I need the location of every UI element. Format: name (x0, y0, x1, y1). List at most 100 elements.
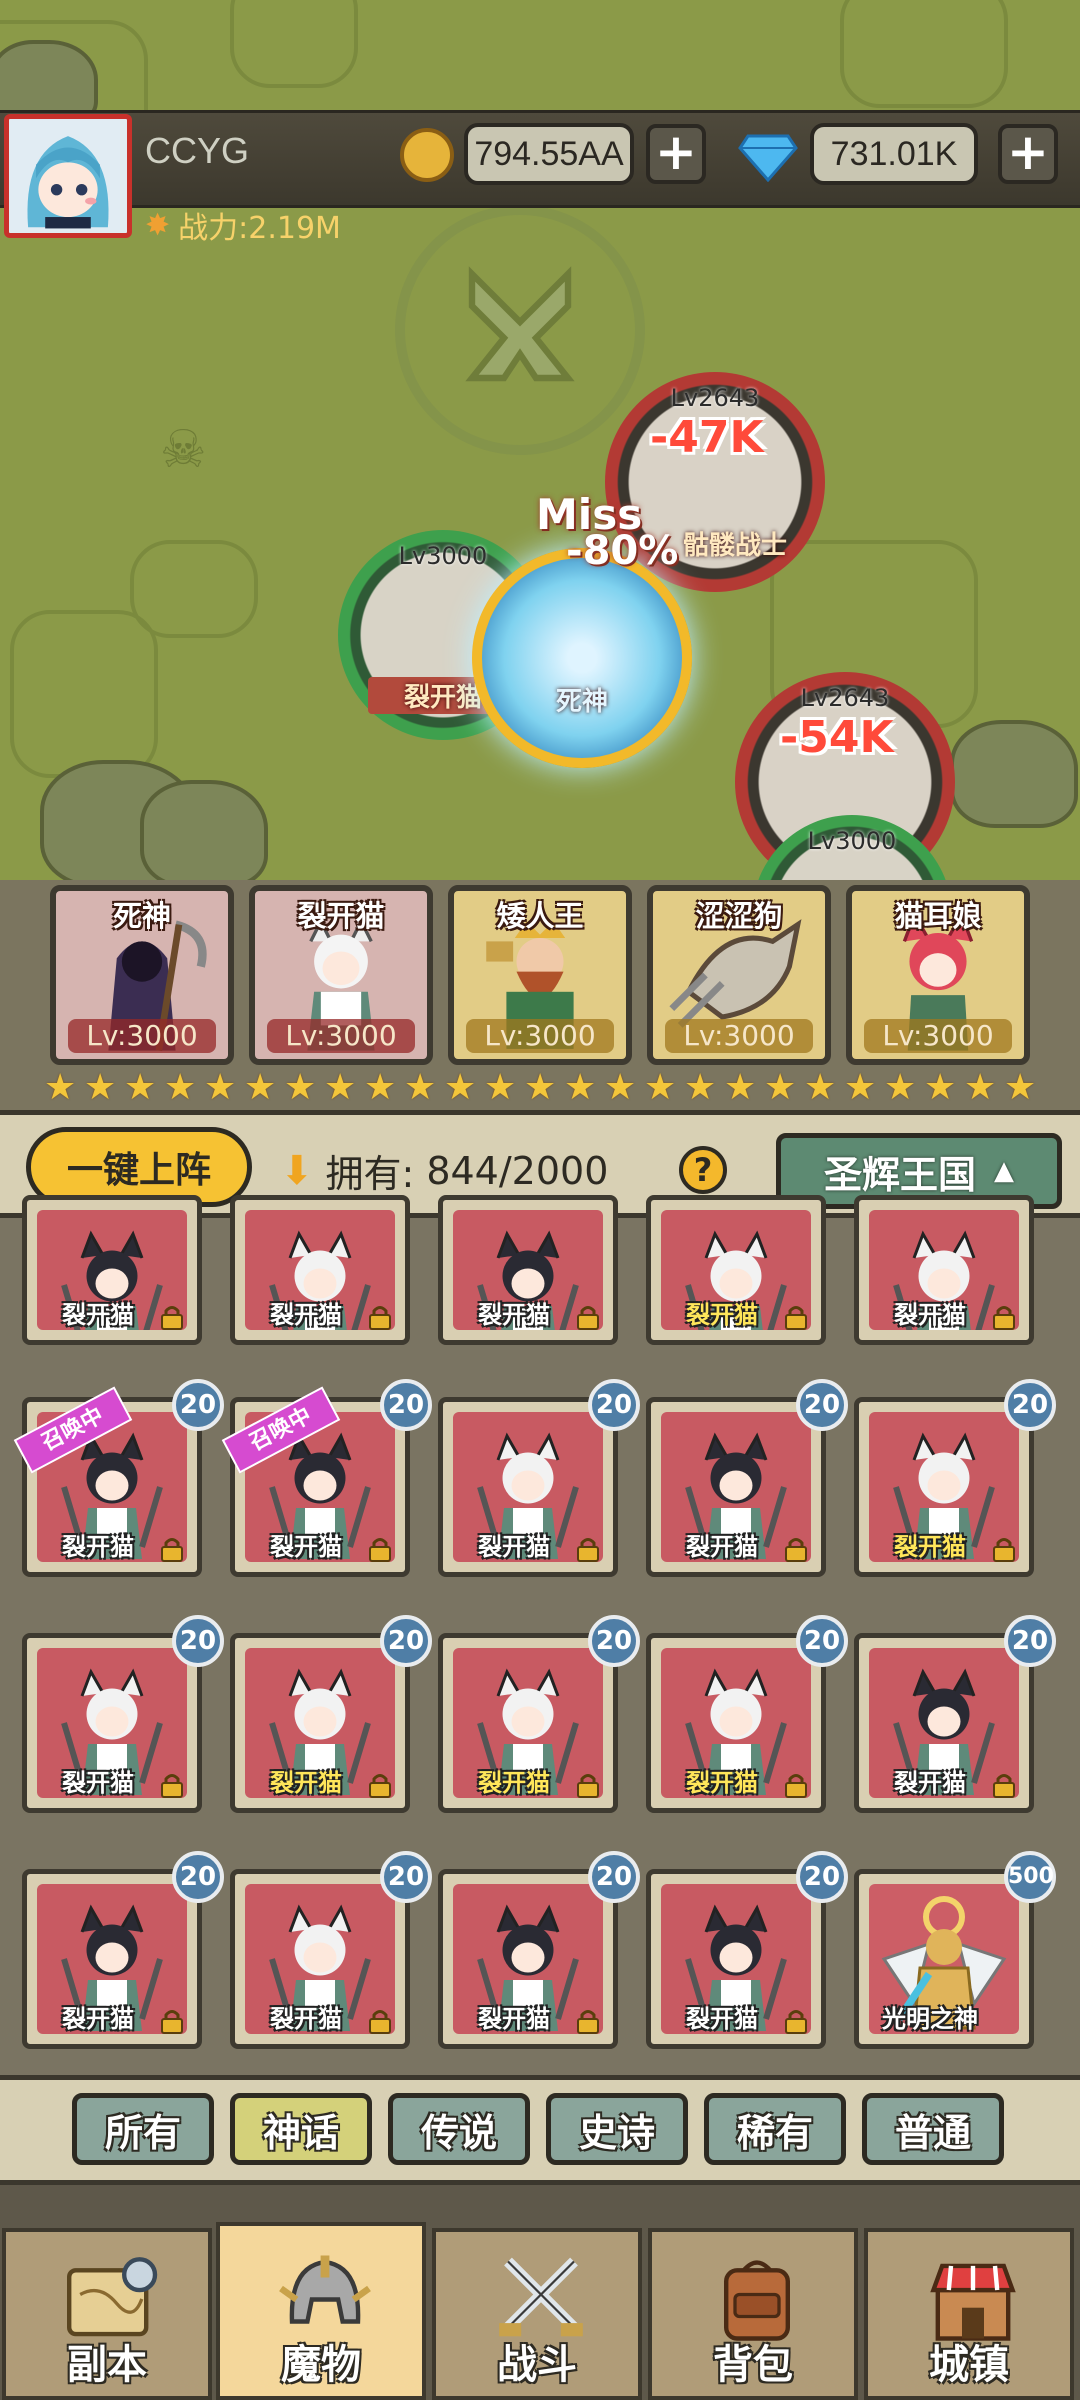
nav-dungeon[interactable]: 副本 (2, 2228, 212, 2400)
monster-card[interactable]: 裂开猫 (646, 1397, 826, 1577)
lock-icon (991, 1536, 1017, 1562)
power-icon: ✸ (145, 207, 171, 243)
count-badge: 20 (588, 1615, 640, 1667)
star-icon: ★ (244, 1067, 277, 1108)
add-gold-button[interactable]: + (646, 124, 706, 184)
star-icon: ★ (764, 1067, 797, 1108)
nav-label: 战斗 (497, 2342, 577, 2388)
filter-tab-common[interactable]: 普通 (862, 2093, 1004, 2165)
gem-amount: 731.01K (810, 123, 978, 185)
monster-card[interactable]: 裂开猫 (22, 1195, 202, 1345)
help-icon[interactable]: ? (679, 1146, 727, 1194)
deployed-card[interactable]: 死神 Lv:3000 (50, 885, 234, 1065)
filter-tab-rare[interactable]: 稀有 (704, 2093, 846, 2165)
star-icon: ★ (444, 1067, 477, 1108)
star-icon: ★ (604, 1067, 637, 1108)
lock-icon (159, 1536, 185, 1562)
rock (950, 720, 1078, 828)
lock-icon (575, 2008, 601, 2034)
shield-bubble[interactable]: 死神 (472, 548, 692, 768)
lock-icon (783, 2008, 809, 2034)
nav-battle[interactable]: 战斗 (432, 2228, 642, 2400)
combat-power: ✸ 战力:2.19M (145, 205, 341, 247)
lock-icon (991, 1772, 1017, 1798)
diamond-icon (738, 132, 798, 183)
star-icon: ★ (44, 1067, 77, 1108)
count-badge: 20 (380, 1379, 432, 1431)
star-icon: ★ (684, 1067, 717, 1108)
monster-card[interactable]: 裂开猫 (646, 1869, 826, 2049)
star-icon: ★ (1004, 1067, 1037, 1108)
monster-name: 裂开猫 (686, 1769, 758, 1797)
monster-card[interactable]: 裂开猫 (22, 1869, 202, 2049)
star-icon: ★ (84, 1067, 117, 1108)
terrain-outline (130, 540, 258, 638)
deployed-name: 猫耳娘 (894, 899, 982, 933)
monster-name: 裂开猫 (686, 1301, 758, 1329)
monster-name: 裂开猫 (62, 2005, 134, 2033)
monster-card[interactable]: 裂开猫 (438, 1195, 618, 1345)
damage-number: -47K (650, 412, 764, 463)
monster-card[interactable]: 光明之神 (854, 1869, 1034, 2049)
monster-card[interactable]: 裂开猫 (438, 1869, 618, 2049)
filter-tab-mythic[interactable]: 神话 (230, 2093, 372, 2165)
lock-icon (783, 1536, 809, 1562)
monster-card[interactable]: 裂开猫 (438, 1397, 618, 1577)
star-icon: ★ (164, 1067, 197, 1108)
monster-name: 裂开猫 (478, 1301, 550, 1329)
avatar-portrait-icon (27, 136, 109, 229)
lock-icon (575, 1304, 601, 1330)
deployed-card[interactable]: 涩涩狗 Lv:3000 (647, 885, 831, 1065)
monster-card[interactable]: 裂开猫 (438, 1633, 618, 1813)
lock-icon (159, 2008, 185, 2034)
filter-tab-epic[interactable]: 史诗 (546, 2093, 688, 2165)
lock-icon (783, 1772, 809, 1798)
monster-name: 裂开猫 (686, 2005, 758, 2033)
lock-icon (367, 1304, 393, 1330)
star-icon: ★ (204, 1067, 237, 1108)
deployed-card[interactable]: 裂开猫 Lv:3000 (249, 885, 433, 1065)
monster-card[interactable]: 裂开猫 (230, 1869, 410, 2049)
count-badge: 20 (796, 1851, 848, 1903)
monster-card[interactable]: 裂开猫 (646, 1633, 826, 1813)
deployed-card[interactable]: 猫耳娘 Lv:3000 (846, 885, 1030, 1065)
ally-level: Lv3000 (398, 542, 488, 570)
filter-tab-legendary[interactable]: 传说 (388, 2093, 530, 2165)
star-icon: ★ (284, 1067, 317, 1108)
deployed-card[interactable]: 矮人王 Lv:3000 (448, 885, 632, 1065)
star-icon: ★ (804, 1067, 837, 1108)
monster-card[interactable]: 裂开猫 (230, 1633, 410, 1813)
monster-name: 裂开猫 (894, 1769, 966, 1797)
monster-card[interactable]: 裂开猫 (854, 1633, 1034, 1813)
power-value: 战力:2.19M (178, 211, 341, 246)
lock-icon (367, 1536, 393, 1562)
star-icon: ★ (924, 1067, 957, 1108)
count-badge: 20 (796, 1615, 848, 1667)
monster-name: 裂开猫 (478, 2005, 550, 2033)
nav-town[interactable]: 城镇 (864, 2228, 1074, 2400)
player-avatar[interactable] (4, 114, 132, 238)
deployed-name: 涩涩狗 (695, 899, 783, 933)
add-gems-button[interactable]: + (998, 124, 1058, 184)
owned-count: ⬇ 拥有: 844/2000 (280, 1143, 608, 1198)
star-icon: ★ (364, 1067, 397, 1108)
monster-card[interactable]: 裂开猫 (646, 1195, 826, 1345)
monster-card[interactable]: 裂开猫 (22, 1633, 202, 1813)
star-icon: ★ (124, 1067, 157, 1108)
arrow-down-icon: ⬇ (280, 1147, 314, 1194)
monster-card[interactable]: 裂开猫 (854, 1397, 1034, 1577)
gold-coin-icon (400, 128, 454, 182)
deployed-name: 死神 (112, 899, 171, 933)
count-badge: 20 (1004, 1615, 1056, 1667)
filter-tab-all[interactable]: 所有 (72, 2093, 214, 2165)
caret-up-icon: ▲ (994, 1156, 1014, 1186)
ally-name: 死神 (555, 687, 608, 717)
nav-backpack[interactable]: 背包 (648, 2228, 858, 2400)
terrain-outline (10, 610, 158, 778)
nav-monsters[interactable]: 魔物 (216, 2222, 426, 2400)
nav-label: 副本 (67, 2342, 147, 2388)
monster-card[interactable]: 裂开猫 (230, 1195, 410, 1345)
enemy-level: Lv2643 (670, 384, 760, 412)
owned-label: 拥有: (325, 1152, 415, 1196)
monster-card[interactable]: 裂开猫 (854, 1195, 1034, 1345)
